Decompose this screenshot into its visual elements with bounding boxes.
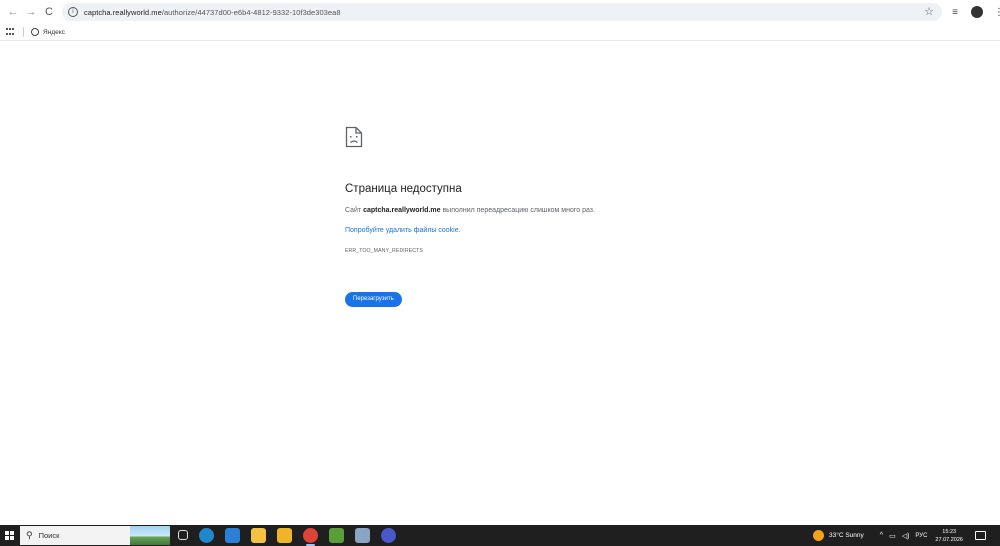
clock-date: 27.07.2026: [935, 536, 963, 543]
address-bar[interactable]: i captcha.reallyworld.me/authorize/44737…: [62, 3, 942, 21]
error-desc-prefix: Сайт: [345, 207, 364, 214]
url-text[interactable]: captcha.reallyworld.me/authorize/44737d0…: [84, 8, 341, 17]
url-host: captcha.reallyworld.me: [84, 7, 162, 17]
search-highlight-image: [130, 526, 170, 545]
bookmark-label: Яндекс: [43, 28, 65, 36]
profile-avatar[interactable]: [970, 3, 984, 21]
url-path: /authorize/44737d00-e6b4-4812-9332-10f3d…: [161, 7, 341, 17]
globe-icon: [31, 28, 39, 36]
chrome-icon[interactable]: [303, 528, 318, 546]
weather-sun-icon[interactable]: [813, 530, 824, 541]
file-explorer-icon[interactable]: [251, 528, 266, 543]
taskbar: ⚲ Поиск 33°C Sunny ^ ▭ ◁) РУС 15:23 27.0…: [0, 525, 1000, 546]
site-info-icon[interactable]: i: [68, 7, 78, 17]
menu-dots-icon[interactable]: ⋮: [992, 3, 1000, 21]
ms-store-bag-icon[interactable]: [277, 528, 292, 543]
bookmarks-bar: Яндекс: [0, 24, 1000, 41]
reload-icon[interactable]: C: [40, 3, 58, 21]
chrome-profile-icon[interactable]: [381, 528, 396, 543]
error-desc-suffix: выполнил переадресацию слишком много раз…: [440, 207, 595, 214]
error-desc-host: captcha.reallyworld.me: [363, 207, 441, 214]
error-page: Страница недоступна Сайт captcha.reallyw…: [345, 126, 665, 307]
search-label: Поиск: [38, 531, 60, 540]
error-title: Страница недоступна: [345, 183, 462, 195]
notification-icon[interactable]: [974, 531, 986, 540]
taskbar-apps: [178, 528, 396, 546]
taskbar-search[interactable]: ⚲ Поиск: [20, 526, 170, 545]
search-icon: ⚲: [26, 530, 33, 540]
reading-list-icon[interactable]: ≡: [948, 3, 962, 21]
volume-icon[interactable]: ◁): [902, 532, 910, 540]
start-button[interactable]: [2, 525, 16, 546]
bookmarks-divider: [23, 27, 24, 37]
bookmark-yandex[interactable]: Яндекс: [31, 28, 65, 36]
store-icon[interactable]: [225, 528, 240, 543]
error-description: Сайт captcha.reallyworld.me выполнил пер…: [345, 207, 665, 214]
task-view-icon[interactable]: [178, 530, 188, 540]
reload-button[interactable]: Перезагрузить: [345, 292, 402, 307]
chevron-up-icon[interactable]: ^: [880, 532, 883, 539]
bookmark-star-icon[interactable]: ☆: [924, 5, 934, 18]
browser-toolbar: ← → C i captcha.reallyworld.me/authorize…: [0, 0, 1000, 24]
language-indicator[interactable]: РУС: [915, 533, 927, 539]
error-code: ERR_TOO_MANY_REDIRECTS: [345, 248, 423, 254]
weather-text[interactable]: 33°C Sunny: [829, 532, 864, 539]
sad-page-icon: [345, 126, 363, 148]
clock[interactable]: 15:23 27.07.2026: [935, 528, 963, 544]
back-arrow-icon[interactable]: ←: [4, 3, 22, 21]
windows-logo-icon: [4, 531, 14, 540]
apps-grid-icon[interactable]: [6, 28, 15, 36]
app-window-icon[interactable]: [355, 528, 370, 543]
minecraft-icon[interactable]: [329, 528, 344, 543]
edge-icon[interactable]: [199, 528, 214, 543]
forward-arrow-icon[interactable]: →: [22, 3, 40, 21]
clock-time: 15:23: [942, 528, 957, 535]
avatar: [971, 6, 983, 18]
system-tray: 33°C Sunny ^ ▭ ◁) РУС 15:23 27.07.2026: [813, 525, 986, 546]
clear-cookies-link[interactable]: Попробуйте удалить файлы cookie.: [345, 227, 665, 234]
network-icon[interactable]: ▭: [889, 532, 896, 540]
